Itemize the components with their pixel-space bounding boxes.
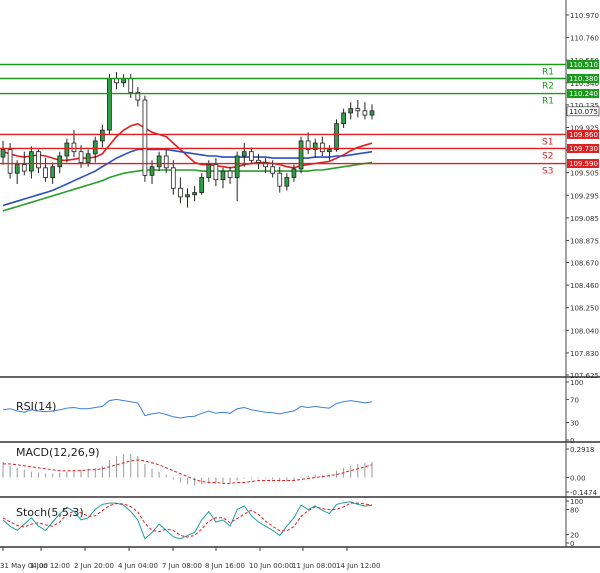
candle-body <box>29 151 34 172</box>
candle-body <box>85 153 91 163</box>
rsi-tick-label: 100 <box>570 379 583 387</box>
price-tick-label: 108.875 <box>570 237 599 245</box>
macd-tick-label: -0.1474 <box>570 489 598 497</box>
candle-body <box>277 172 283 187</box>
candle-body <box>107 78 112 131</box>
candle-body <box>192 192 197 196</box>
candle-body <box>0 149 6 158</box>
price-tick-label: 109.295 <box>570 192 599 200</box>
candle-body <box>206 164 212 178</box>
time-tick-label: 4 Jun 04:00 <box>118 562 158 570</box>
price-tick-label: 109.085 <box>570 215 599 223</box>
macd-tick-label: 0.2918 <box>570 446 595 454</box>
current-price-tag-label: 110.075 <box>569 108 598 116</box>
candle-body <box>43 167 48 178</box>
candle-body <box>220 170 226 181</box>
candle-body <box>213 164 219 181</box>
price-panel: 110.970110.760110.550110.340110.135109.9… <box>0 0 600 380</box>
level-tag-label-1: 110.380 <box>569 75 598 83</box>
level-label-3: S1 <box>542 137 553 147</box>
rsi-panel: 100 70 30 0 RSI(14) <box>0 377 600 445</box>
level-tag-label-3: 109.860 <box>569 131 598 139</box>
candle-body <box>291 168 297 178</box>
rsi-label: RSI(14) <box>16 400 56 413</box>
stoch-tick-label: 0 <box>570 540 574 548</box>
candle-body <box>241 151 247 157</box>
level-label-1: R2 <box>542 81 554 91</box>
stoch-label: Stoch(5,5,3) <box>16 506 84 519</box>
candle-body <box>284 177 290 187</box>
stoch-panel: 10080 200 Stoch(5,5,3) <box>0 497 600 548</box>
price-tick-label: 107.830 <box>570 350 599 358</box>
candle-body <box>71 142 77 153</box>
stoch-tick-label: 80 <box>570 506 579 514</box>
stoch-tick-label: 100 <box>570 498 583 506</box>
rsi-tick-label: 30 <box>570 420 579 428</box>
candle-body <box>256 159 261 163</box>
candle-body <box>36 151 41 169</box>
candle-body <box>362 110 368 116</box>
level-label-2: R1 <box>542 97 554 107</box>
level-label-4: S2 <box>542 151 553 161</box>
price-chart: 110.970110.760110.550110.340110.135109.9… <box>0 0 600 570</box>
candle-body <box>21 164 27 172</box>
candle-body <box>348 108 354 114</box>
time-tick-label: 7 Jun 08:00 <box>162 562 202 570</box>
candle-body <box>57 155 63 168</box>
level-label-5: S3 <box>542 167 553 177</box>
candle-body <box>298 140 304 170</box>
level-tag-label-4: 109.730 <box>569 145 598 153</box>
candle-body <box>178 187 183 198</box>
level-tag-label-2: 110.240 <box>569 90 598 98</box>
price-tick-label: 110.760 <box>570 35 599 43</box>
rsi-tick-label: 0 <box>570 437 574 445</box>
candle-body <box>163 155 169 169</box>
stoch-tick-label: 20 <box>570 532 579 540</box>
candle-body <box>234 155 240 178</box>
candle-body <box>78 151 84 163</box>
candle-body <box>227 170 233 178</box>
price-tick-label: 110.970 <box>570 12 599 20</box>
candle-body <box>199 177 205 193</box>
time-tick-label: 14 Jun 12:00 <box>336 562 380 570</box>
candle-body <box>128 78 134 93</box>
macd-label: MACD(12,26,9) <box>16 446 100 459</box>
time-tick-label: 11 Jun 08:00 <box>292 562 336 570</box>
candle-body <box>170 167 176 189</box>
candle-body <box>334 123 339 150</box>
candle-body <box>355 108 361 112</box>
level-tag-label-0: 110.510 <box>569 61 598 69</box>
time-tick-label: 10 Jun 00:00 <box>249 562 293 570</box>
candle-body <box>249 151 254 161</box>
level-label-0: R1 <box>542 68 554 78</box>
candle-body <box>64 142 70 157</box>
time-tick-label: 1 Jun 12:00 <box>30 562 70 570</box>
macd-panel: 0.2918 0.00 -0.1474 MACD(12,26,9) <box>0 442 600 498</box>
candle-body <box>327 149 332 153</box>
candle-body <box>149 166 155 176</box>
candle-body <box>185 194 190 198</box>
candle-body <box>341 112 346 125</box>
candle-body <box>14 164 20 174</box>
time-axis: 31 May 04:001 Jun 12:00 2 Jun 20:00 4 Jun … <box>0 547 380 570</box>
candle-body <box>99 129 105 142</box>
level-tag-label-5: 109.590 <box>569 160 598 168</box>
macd-tick-label: 0.00 <box>570 475 586 483</box>
time-tick-label: 2 Jun 20:00 <box>74 562 114 570</box>
time-tick-label: 8 Jun 16:00 <box>205 562 245 570</box>
rsi-tick-label: 70 <box>570 396 579 404</box>
candle-body <box>369 110 375 116</box>
candle-body <box>92 140 98 155</box>
price-tick-label: 108.040 <box>570 327 599 335</box>
price-tick-label: 108.670 <box>570 260 599 268</box>
candle-body <box>319 142 325 153</box>
rsi-line <box>2 398 373 419</box>
price-tick-label: 109.505 <box>570 170 599 178</box>
price-tick-label: 108.460 <box>570 282 599 290</box>
candle-body <box>156 155 162 168</box>
price-tick-label: 108.250 <box>570 305 599 313</box>
candle-body <box>270 166 276 174</box>
candle-body <box>7 149 13 174</box>
candle-body <box>50 166 56 178</box>
